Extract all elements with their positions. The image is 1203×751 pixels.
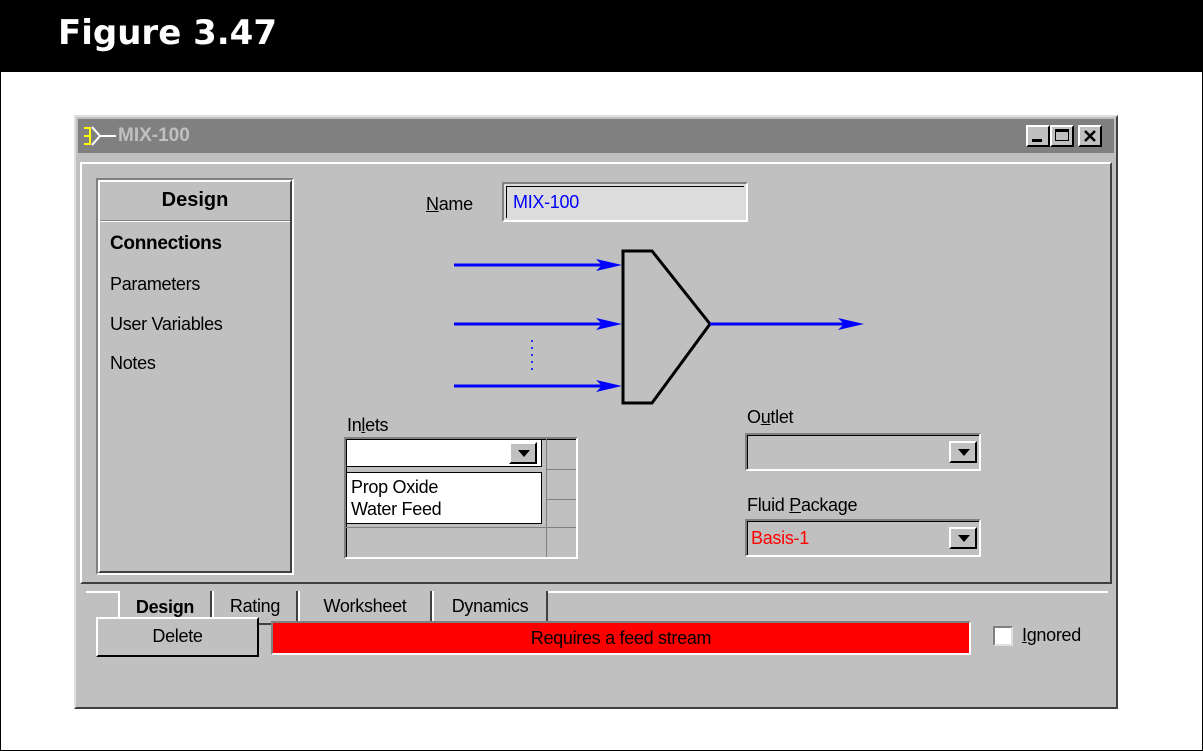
figure-header: Figure 3.47 <box>0 0 1203 72</box>
outlet-stream <box>710 318 864 330</box>
minimize-button[interactable] <box>1026 125 1050 147</box>
figure-title: Figure 3.47 <box>58 13 277 53</box>
status-bar: Requires a feed stream <box>271 621 971 655</box>
minimize-icon <box>1032 139 1042 142</box>
close-icon <box>1084 130 1096 142</box>
outlet-dropdown-button[interactable] <box>949 441 977 463</box>
name-label: Name <box>426 194 473 214</box>
maximize-icon <box>1055 129 1069 141</box>
window-titlebar[interactable]: MIX-100 <box>78 119 1114 153</box>
nav-item-parameters[interactable]: Parameters <box>110 273 200 295</box>
mixer-unit-icon <box>621 249 712 405</box>
mixer-diagram <box>454 249 864 405</box>
chevron-down-icon <box>958 535 970 542</box>
ignored-label[interactable]: Ignored <box>1022 624 1081 646</box>
delete-button[interactable]: Delete <box>96 617 259 657</box>
inlets-grid-row-line-2 <box>546 499 576 500</box>
inlet-option-prop-oxide[interactable]: Prop Oxide <box>351 476 438 498</box>
name-field[interactable]: MIX-100 <box>502 182 748 222</box>
fluid-package-dropdown-button[interactable] <box>949 527 977 549</box>
chevron-down-icon <box>518 450 530 457</box>
nav-divider <box>100 220 290 222</box>
tab-worksheet[interactable]: Worksheet <box>298 591 432 625</box>
close-button[interactable] <box>1078 125 1102 147</box>
outlet-combo-field <box>747 435 979 469</box>
tab-dynamics[interactable]: Dynamics <box>432 591 548 625</box>
ignored-checkbox[interactable] <box>993 626 1013 646</box>
inlet-stream-3 <box>454 380 622 392</box>
fluid-package-label: Fluid Package <box>747 495 858 515</box>
inlets-grid-row-line-3 <box>346 527 576 528</box>
fluid-package-combo[interactable]: Basis-1 <box>745 519 981 557</box>
inlets-grid-row-line-1 <box>546 469 576 470</box>
name-field-inner: MIX-100 <box>506 186 744 218</box>
fluid-package-selected: Basis-1 <box>751 528 809 548</box>
inlet-stream-2 <box>454 318 622 330</box>
nav-item-notes[interactable]: Notes <box>110 352 156 374</box>
outlet-label: Outlet <box>747 407 794 427</box>
inlets-dropdown-list: Prop Oxide Water Feed <box>346 472 542 524</box>
nav-item-connections[interactable]: Connections <box>110 233 222 255</box>
mixer-icon <box>84 126 116 146</box>
inlet-stream-1 <box>454 259 622 271</box>
nav-item-user-variables[interactable]: User Variables <box>110 313 223 335</box>
inlets-dropdown-button[interactable] <box>509 442 537 464</box>
maximize-button[interactable] <box>1050 125 1074 147</box>
chevron-down-icon <box>958 449 970 456</box>
inlets-grid-column <box>546 439 547 557</box>
window-title: MIX-100 <box>118 125 190 146</box>
status-message: Requires a feed stream <box>530 628 712 648</box>
name-value: MIX-100 <box>513 192 579 212</box>
inlets-label: Inlets <box>347 415 389 435</box>
nav-header: Design <box>161 189 229 211</box>
inlets-combo[interactable] <box>346 439 542 467</box>
inlet-option-water-feed[interactable]: Water Feed <box>351 498 442 520</box>
outlet-combo[interactable] <box>745 433 981 471</box>
